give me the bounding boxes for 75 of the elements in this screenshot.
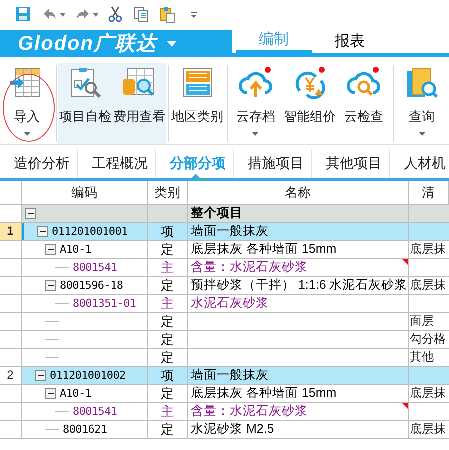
item-type: 定 <box>148 349 188 366</box>
item-type: 项 <box>148 223 188 240</box>
item-type: 主 <box>148 403 188 420</box>
paste-icon <box>159 6 177 24</box>
ribbon-button[interactable]: 费用查看 <box>112 63 166 144</box>
scissors-icon <box>107 6 125 24</box>
item-type: 定 <box>148 421 188 438</box>
content-tab[interactable]: 措施项目 <box>234 149 312 178</box>
item-code: 8001541 <box>73 260 118 276</box>
coins-search-icon <box>122 67 156 99</box>
item-name: 预拌砂浆（干拌） 1:1:6 水泥石灰砂浆 <box>188 277 409 294</box>
tree-line <box>55 411 69 412</box>
paste-button[interactable] <box>158 6 178 24</box>
column-header: 清 <box>409 181 449 204</box>
content-tab[interactable]: 造价分析 <box>0 149 78 178</box>
collapse-toggle[interactable] <box>35 370 46 381</box>
column-header: 类别 <box>148 181 188 204</box>
item-code: A10-1 <box>60 242 92 258</box>
save-icon <box>15 6 33 24</box>
item-description: 底层抹 <box>409 385 447 402</box>
collapse-toggle[interactable] <box>45 280 56 291</box>
tree-line <box>45 339 59 340</box>
item-description: 勾分格 <box>409 331 447 348</box>
app-logo: Glodon广联达 <box>18 34 157 54</box>
row-number: 2 <box>0 367 22 384</box>
item-code: A10-1 <box>60 386 92 402</box>
ribbon-button[interactable]: 项目自检 <box>58 63 112 144</box>
tree-line <box>45 321 59 322</box>
item-description: 底层抹 <box>409 241 447 258</box>
tab-pointer-icon <box>192 174 200 178</box>
caret-icon[interactable] <box>166 40 177 46</box>
item-code: 8001541 <box>73 404 118 420</box>
collapse-toggle[interactable] <box>25 208 36 219</box>
tree-line <box>55 303 69 304</box>
tree-line <box>45 357 59 358</box>
item-name: 墙面一般抹灰 <box>188 223 409 240</box>
item-name: 水泥石灰砂浆 <box>188 295 409 312</box>
content-tab[interactable]: 人材机 <box>390 149 449 178</box>
copy-icon <box>133 6 151 24</box>
item-name: 底层抹灰 各种墙面 15mm <box>188 241 409 258</box>
item-code: 8001596-18 <box>60 278 124 294</box>
item-code: 8001621 <box>63 422 108 438</box>
item-description: 其他 <box>409 349 435 366</box>
item-type: 定 <box>148 331 188 348</box>
content-tab[interactable]: 工程概况 <box>78 149 156 178</box>
item-description: 底层抹 <box>409 421 447 438</box>
row-number: 1 <box>0 223 22 240</box>
item-name: 水泥砂浆 M2.5 <box>188 421 409 438</box>
item-code: 8001351-01 <box>73 296 136 312</box>
item-name: 墙面一般抹灰 <box>188 367 409 384</box>
item-type: 定 <box>148 313 188 330</box>
column-header: 名称 <box>188 181 409 204</box>
item-code: 011201001001 <box>52 224 128 240</box>
column-header: 编码 <box>22 181 148 204</box>
collapse-toggle[interactable] <box>37 226 48 237</box>
item-description: 面层 <box>409 313 435 330</box>
tree-line <box>55 267 69 268</box>
item-code: 011201001002 <box>50 368 126 384</box>
tree-line <box>45 429 59 430</box>
book-search-icon <box>405 67 439 99</box>
item-name: 底层抹灰 各种墙面 15mm <box>188 385 409 402</box>
panels-icon <box>180 67 214 99</box>
item-type: 定 <box>148 385 188 402</box>
item-type: 定 <box>148 277 188 294</box>
item-description: 底层抹 <box>409 277 447 294</box>
item-name: 含量：水泥石灰砂浆 <box>188 403 409 420</box>
item-type: 项 <box>148 367 188 384</box>
collapse-toggle[interactable] <box>45 244 56 255</box>
content-tab[interactable]: 其他项目 <box>312 149 390 178</box>
item-type: 定 <box>148 241 188 258</box>
collapse-toggle[interactable] <box>45 388 56 399</box>
item-type: 主 <box>148 295 188 312</box>
item-name: 含量：水泥石灰砂浆 <box>188 259 409 276</box>
item-type: 主 <box>148 259 188 276</box>
item-name: 整个项目 <box>188 205 409 222</box>
